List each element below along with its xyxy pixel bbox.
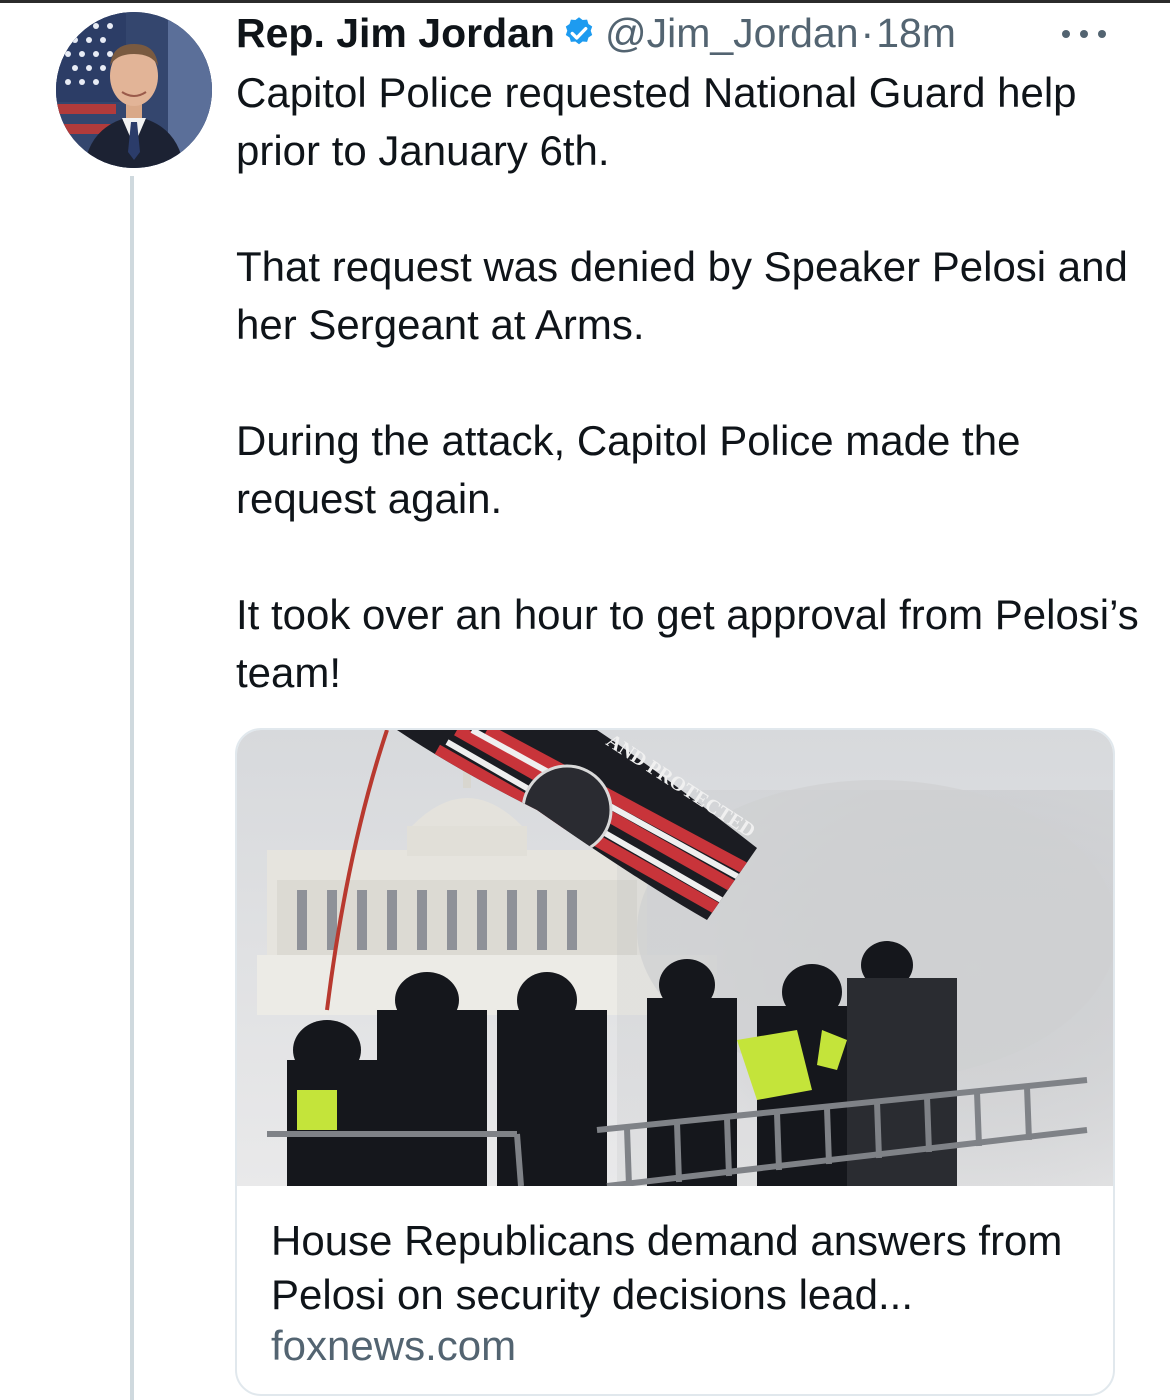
more-options-icon[interactable] <box>1056 22 1112 46</box>
tweet-paragraph: Capitol Police requested National Guard … <box>236 69 1077 174</box>
tweet-header: Rep. Jim Jordan @Jim_Jordan · 18m <box>236 10 956 56</box>
tweet-paragraph: That request was denied by Speaker Pelos… <box>236 243 1128 348</box>
tweet-text: Capitol Police requested National Guard … <box>236 64 1146 702</box>
link-card-domain[interactable]: foxnews.com <box>271 1322 516 1370</box>
thread-line <box>130 176 134 1400</box>
top-divider <box>0 0 1170 3</box>
link-preview-card[interactable]: AND PROTECTED House Republicans demand a… <box>235 728 1115 1396</box>
author-handle[interactable]: @Jim_Jordan <box>605 10 859 57</box>
author-avatar[interactable] <box>56 12 212 168</box>
tweet-paragraph: It took over an hour to get approval fro… <box>236 591 1139 696</box>
meta-separator: · <box>860 9 875 56</box>
tweet-paragraph: During the attack, Capitol Police made t… <box>236 417 1021 522</box>
link-card-image: AND PROTECTED <box>237 730 1113 1189</box>
author-name[interactable]: Rep. Jim Jordan <box>236 10 555 57</box>
tweet-time[interactable]: 18m <box>876 10 956 57</box>
link-card-title[interactable]: House Republicans demand answers from Pe… <box>271 1214 1091 1322</box>
verified-badge-icon <box>561 15 597 51</box>
avatar-portrait-icon <box>56 12 212 168</box>
